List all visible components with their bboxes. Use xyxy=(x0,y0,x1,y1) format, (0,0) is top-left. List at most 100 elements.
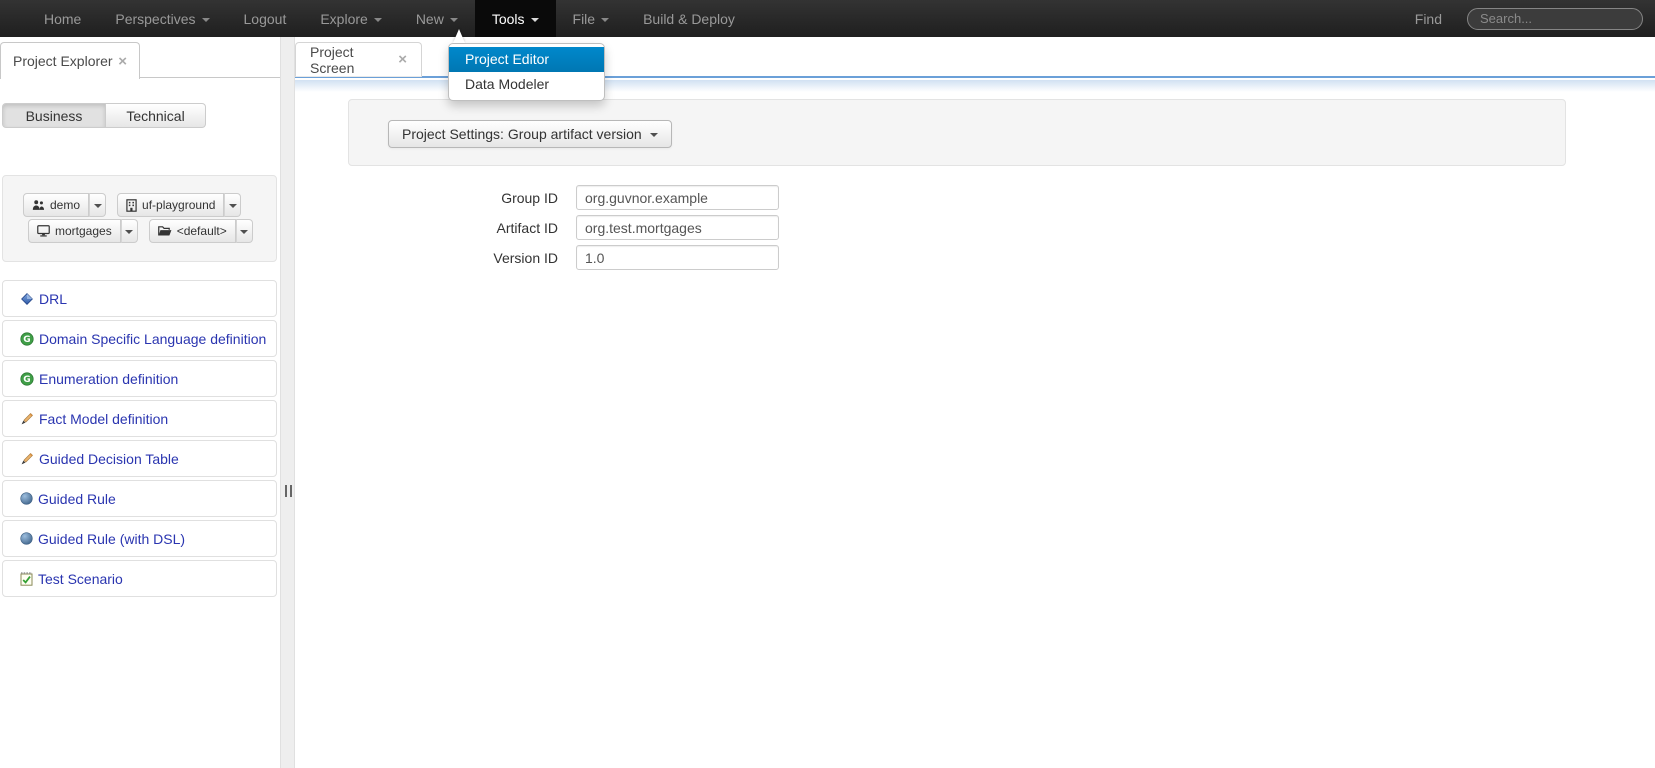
context-row: mortgages <default> xyxy=(28,219,276,243)
project-settings-label: Project Settings: Group artifact version xyxy=(402,126,642,142)
asset-link-list: DRL G Domain Specific Language definitio… xyxy=(2,280,277,600)
navbar-right: Find xyxy=(1415,8,1643,30)
explorer-view-toggle: Business Technical xyxy=(2,103,206,128)
asset-link[interactable]: Guided Rule xyxy=(38,491,116,507)
version-id-field[interactable] xyxy=(576,245,779,270)
asset-link[interactable]: Guided Rule (with DSL) xyxy=(38,531,185,547)
panel-splitter[interactable] xyxy=(280,37,295,768)
pencil-icon xyxy=(20,412,34,426)
nav-item-logout[interactable]: Logout xyxy=(227,0,304,37)
chevron-down-icon xyxy=(450,18,458,22)
context-selector-well: demo uf-playground xyxy=(2,175,277,262)
chevron-down-icon xyxy=(202,18,210,22)
list-item-guided-rule-dsl: Guided Rule (with DSL) xyxy=(2,520,277,557)
repository-button[interactable]: uf-playground xyxy=(117,193,224,217)
group-id-field[interactable] xyxy=(576,185,779,210)
project-settings-dropdown-button[interactable]: Project Settings: Group artifact version xyxy=(388,120,672,148)
project-label: mortgages xyxy=(55,224,112,238)
group-id-label: Group ID xyxy=(438,190,558,206)
caret-down-icon xyxy=(650,133,658,137)
close-icon[interactable]: × xyxy=(118,54,127,69)
tab-label: Project Explorer xyxy=(13,53,113,69)
users-icon xyxy=(32,199,45,211)
tab-project-screen[interactable]: Project Screen × xyxy=(295,42,422,77)
dropdown-pointer-icon xyxy=(453,29,465,43)
asset-link[interactable]: Test Scenario xyxy=(38,571,123,587)
version-id-label: Version ID xyxy=(438,250,558,266)
package-selector: <default> xyxy=(149,219,253,243)
org-unit-selector: demo xyxy=(23,193,106,217)
project-editor-panel: Project Screen × Project Settings: Group… xyxy=(295,37,1655,768)
sphere-icon xyxy=(20,492,33,505)
repository-caret-button[interactable] xyxy=(224,193,241,217)
org-unit-button[interactable]: demo xyxy=(23,193,89,217)
form-row-group-id: Group ID xyxy=(438,185,779,210)
nav-item-tools[interactable]: Tools xyxy=(475,0,556,37)
nav-item-build-deploy[interactable]: Build & Deploy xyxy=(626,0,752,37)
list-item-guided-decision-table: Guided Decision Table xyxy=(2,440,277,477)
asset-link[interactable]: Guided Decision Table xyxy=(39,451,179,467)
nav-item-label: Perspectives xyxy=(115,11,195,27)
package-button[interactable]: <default> xyxy=(149,219,236,243)
close-icon[interactable]: × xyxy=(398,52,407,67)
splitter-grip-icon xyxy=(285,485,292,497)
nav-item-perspectives[interactable]: Perspectives xyxy=(98,0,226,37)
artifact-id-label: Artifact ID xyxy=(438,220,558,236)
find-link[interactable]: Find xyxy=(1415,11,1442,27)
asset-link[interactable]: Enumeration definition xyxy=(39,371,178,387)
technical-view-button[interactable]: Technical xyxy=(106,103,206,128)
nav-item-label: Explore xyxy=(320,11,367,27)
business-view-button[interactable]: Business xyxy=(2,103,106,128)
nav-item-label: File xyxy=(573,11,596,27)
svg-text:G: G xyxy=(23,335,30,345)
tab-project-explorer[interactable]: Project Explorer × xyxy=(0,42,140,79)
folder-open-icon xyxy=(158,225,172,237)
list-item-dsl: G Domain Specific Language definition xyxy=(2,320,277,357)
nav-item-home[interactable]: Home xyxy=(27,0,98,37)
diamond-icon xyxy=(20,292,34,306)
org-unit-label: demo xyxy=(50,198,80,212)
artifact-id-field[interactable] xyxy=(576,215,779,240)
org-unit-caret-button[interactable] xyxy=(89,193,106,217)
form-row-version-id: Version ID xyxy=(438,245,779,270)
menu-item-project-editor[interactable]: Project Editor xyxy=(449,47,604,72)
project-selector: mortgages xyxy=(28,219,138,243)
navbar-menu: Home Perspectives Logout Explore New Too… xyxy=(27,0,752,37)
nav-item-explore[interactable]: Explore xyxy=(303,0,398,37)
asset-link[interactable]: Domain Specific Language definition xyxy=(39,331,266,347)
green-circle-icon: G xyxy=(20,332,34,346)
caret-down-icon xyxy=(94,204,102,208)
green-circle-icon: G xyxy=(20,372,34,386)
nav-item-label: Build & Deploy xyxy=(643,11,735,27)
left-tab-strip: Project Explorer × xyxy=(0,42,280,78)
test-checklist-icon xyxy=(20,572,33,586)
sphere-icon xyxy=(20,532,33,545)
caret-down-icon xyxy=(240,230,248,234)
tools-dropdown-menu: Project Editor Data Modeler xyxy=(448,43,605,101)
caret-down-icon xyxy=(229,204,237,208)
list-item-fact-model: Fact Model definition xyxy=(2,400,277,437)
repository-label: uf-playground xyxy=(142,198,215,212)
menu-item-data-modeler[interactable]: Data Modeler xyxy=(449,72,604,97)
project-caret-button[interactable] xyxy=(121,219,138,243)
asset-link[interactable]: DRL xyxy=(39,291,67,307)
nav-item-file[interactable]: File xyxy=(556,0,627,37)
nav-item-label: New xyxy=(416,11,444,27)
list-item-drl: DRL xyxy=(2,280,277,317)
pencil-icon xyxy=(20,452,34,466)
nav-item-label: Home xyxy=(44,11,81,27)
gav-form: Group ID Artifact ID Version ID xyxy=(438,185,779,275)
project-explorer-panel: Project Explorer × Business Technical de… xyxy=(0,37,280,768)
svg-text:G: G xyxy=(23,375,30,385)
project-button[interactable]: mortgages xyxy=(28,219,121,243)
nav-item-label: Logout xyxy=(244,11,287,27)
nav-item-label: Tools xyxy=(492,11,525,27)
building-icon xyxy=(126,199,137,212)
caret-down-icon xyxy=(125,230,133,234)
chevron-down-icon xyxy=(601,18,609,22)
list-item-guided-rule: Guided Rule xyxy=(2,480,277,517)
top-navbar: Home Perspectives Logout Explore New Too… xyxy=(0,0,1655,37)
asset-link[interactable]: Fact Model definition xyxy=(39,411,168,427)
search-input[interactable] xyxy=(1467,8,1643,30)
package-caret-button[interactable] xyxy=(236,219,253,243)
